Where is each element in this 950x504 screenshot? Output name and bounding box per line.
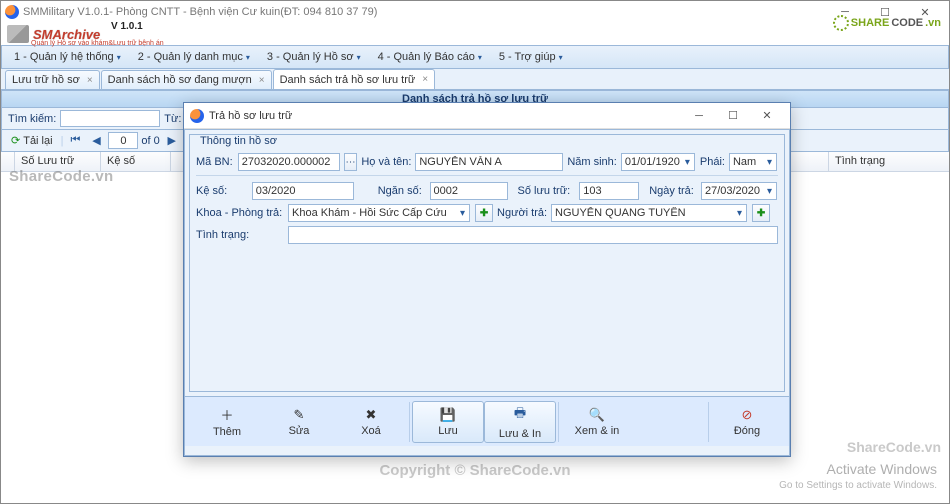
close-icon[interactable]: × [422, 74, 428, 85]
ho-ten-label: Họ và tên: [361, 156, 411, 168]
tab-archive[interactable]: Lưu trữ hồ sơ× [5, 70, 100, 89]
tab-return[interactable]: Danh sách trả hồ sơ lưu trữ× [273, 69, 436, 89]
close-icon[interactable]: × [259, 75, 265, 86]
so-luu-input[interactable] [579, 182, 639, 200]
sharecode-logo: SHARECODE.vn [833, 15, 941, 31]
ma-bn-input[interactable] [238, 153, 340, 171]
app-icon [190, 109, 204, 123]
group-title: Thông tin hồ sơ [196, 135, 281, 147]
luu-button[interactable]: 💾Lưu [412, 401, 484, 443]
ho-ten-input[interactable] [415, 153, 563, 171]
ngay-tra-input[interactable] [701, 182, 777, 200]
edit-icon: ✎ [294, 407, 305, 423]
save-print-icon: 🖶 [514, 404, 526, 426]
tab-borrowed[interactable]: Danh sách hồ sơ đang mượn× [101, 70, 272, 89]
dialog-titlebar: Trả hồ sơ lưu trữ ─ ☐ ✕ [184, 103, 790, 129]
dialog-toolbar: ＋Thêm ✎Sửa ✖Xoá 💾Lưu 🖶Lưu & In 🔍Xem & in… [185, 396, 789, 446]
first-record-button[interactable]: ⏮ [66, 132, 84, 150]
menu-item-system[interactable]: 1 - Quản lý hệ thống▾ [6, 48, 130, 66]
slogan-text: Quản lý Hồ sơ vào khám&Lưu trữ bệnh án [31, 40, 164, 47]
search-label: Tìm kiếm: [8, 113, 56, 125]
sua-button[interactable]: ✎Sửa [263, 401, 335, 443]
dialog-title: Trả hồ sơ lưu trữ [209, 110, 682, 122]
close-icon[interactable]: × [87, 75, 93, 86]
menu-item-report[interactable]: 4 - Quản lý Báo cáo▾ [370, 48, 491, 66]
nguoi-tra-add-button[interactable]: ✚ [752, 204, 770, 222]
dialog-minimize-button[interactable]: ─ [682, 105, 716, 127]
phai-select[interactable] [729, 153, 777, 171]
save-icon: 💾 [440, 407, 456, 423]
logo-image [7, 25, 29, 43]
chevron-down-icon: ▾ [478, 53, 482, 62]
khoa-label: Khoa - Phòng trả: [196, 207, 284, 219]
ngay-tra-label: Ngày trả: [649, 185, 697, 197]
tinh-trang-label: Tình trạng: [196, 229, 284, 241]
refresh-icon: ⟳ [11, 134, 20, 147]
nam-sinh-input[interactable] [621, 153, 695, 171]
xem-in-button[interactable]: 🔍Xem & in [561, 401, 633, 443]
dong-button[interactable]: ⊘Đóng [711, 401, 783, 443]
return-record-dialog: Trả hồ sơ lưu trữ ─ ☐ ✕ Thông tin hồ sơ … [183, 102, 791, 457]
preview-icon: 🔍 [589, 407, 605, 423]
from-label: Từ: [164, 113, 181, 125]
menu-item-category[interactable]: 2 - Quản lý danh mục▾ [130, 48, 259, 66]
record-total: of 0 [141, 135, 159, 147]
grid-col-tinhtrang[interactable]: Tình trạng [829, 152, 949, 171]
ma-bn-lookup-button[interactable]: ⋯ [344, 153, 358, 171]
row-selector-col [1, 152, 15, 171]
luu-in-button[interactable]: 🖶Lưu & In [484, 401, 556, 443]
delete-icon: ✖ [366, 407, 377, 423]
so-luu-label: Số lưu trữ: [518, 185, 576, 197]
tinh-trang-input[interactable] [288, 226, 778, 244]
next-record-button[interactable]: ▶ [163, 132, 181, 150]
khoa-add-button[interactable]: ✚ [475, 204, 493, 222]
nam-sinh-label: Năm sinh: [567, 156, 617, 168]
nguoi-tra-select[interactable] [551, 204, 747, 222]
dialog-maximize-button[interactable]: ☐ [716, 105, 750, 127]
nguoi-tra-label: Người trả: [497, 207, 547, 219]
chevron-down-icon: ▾ [357, 53, 361, 62]
khoa-select[interactable] [288, 204, 470, 222]
app-icon [5, 5, 19, 19]
prev-record-button[interactable]: ◀ [87, 132, 105, 150]
grid-col-soluutru[interactable]: Số Lưu trữ [15, 152, 101, 171]
gear-icon [833, 15, 849, 31]
plus-icon: ＋ [220, 405, 233, 424]
close-icon: ⊘ [742, 407, 753, 423]
menu-item-help[interactable]: 5 - Trợ giúp▾ [491, 48, 572, 66]
chevron-down-icon: ▾ [117, 53, 121, 62]
record-index-input[interactable] [108, 132, 138, 149]
tab-bar: Lưu trữ hồ sơ× Danh sách hồ sơ đang mượn… [1, 69, 949, 90]
ngan-so-input[interactable] [430, 182, 508, 200]
main-titlebar: SMMilitary V1.0.1- Phòng CNTT - Bệnh việ… [1, 1, 949, 23]
grid-col-keso[interactable]: Kệ số [101, 152, 171, 171]
window-title: SMMilitary V1.0.1- Phòng CNTT - Bệnh việ… [23, 6, 825, 18]
app-banner: SMArchive V 1.0.1 Quản lý Hồ sơ vào khám… [1, 23, 949, 45]
search-input[interactable] [60, 110, 160, 127]
ke-so-input[interactable] [252, 182, 354, 200]
reload-button[interactable]: ⟳Tải lại [6, 132, 58, 150]
menu-item-records[interactable]: 3 - Quản lý Hồ sơ▾ [259, 48, 370, 66]
version-text: V 1.0.1 [111, 21, 143, 32]
chevron-down-icon: ▾ [246, 53, 250, 62]
chevron-down-icon: ▾ [559, 53, 563, 62]
them-button[interactable]: ＋Thêm [191, 401, 263, 443]
ngan-so-label: Ngăn số: [378, 185, 426, 197]
dialog-close-button[interactable]: ✕ [750, 105, 784, 127]
phai-label: Phái: [700, 156, 725, 168]
ke-so-label: Kệ số: [196, 185, 248, 197]
main-menu: 1 - Quản lý hệ thống▾ 2 - Quản lý danh m… [1, 45, 949, 69]
ma-bn-label: Mã BN: [196, 156, 234, 168]
xoa-button[interactable]: ✖Xoá [335, 401, 407, 443]
